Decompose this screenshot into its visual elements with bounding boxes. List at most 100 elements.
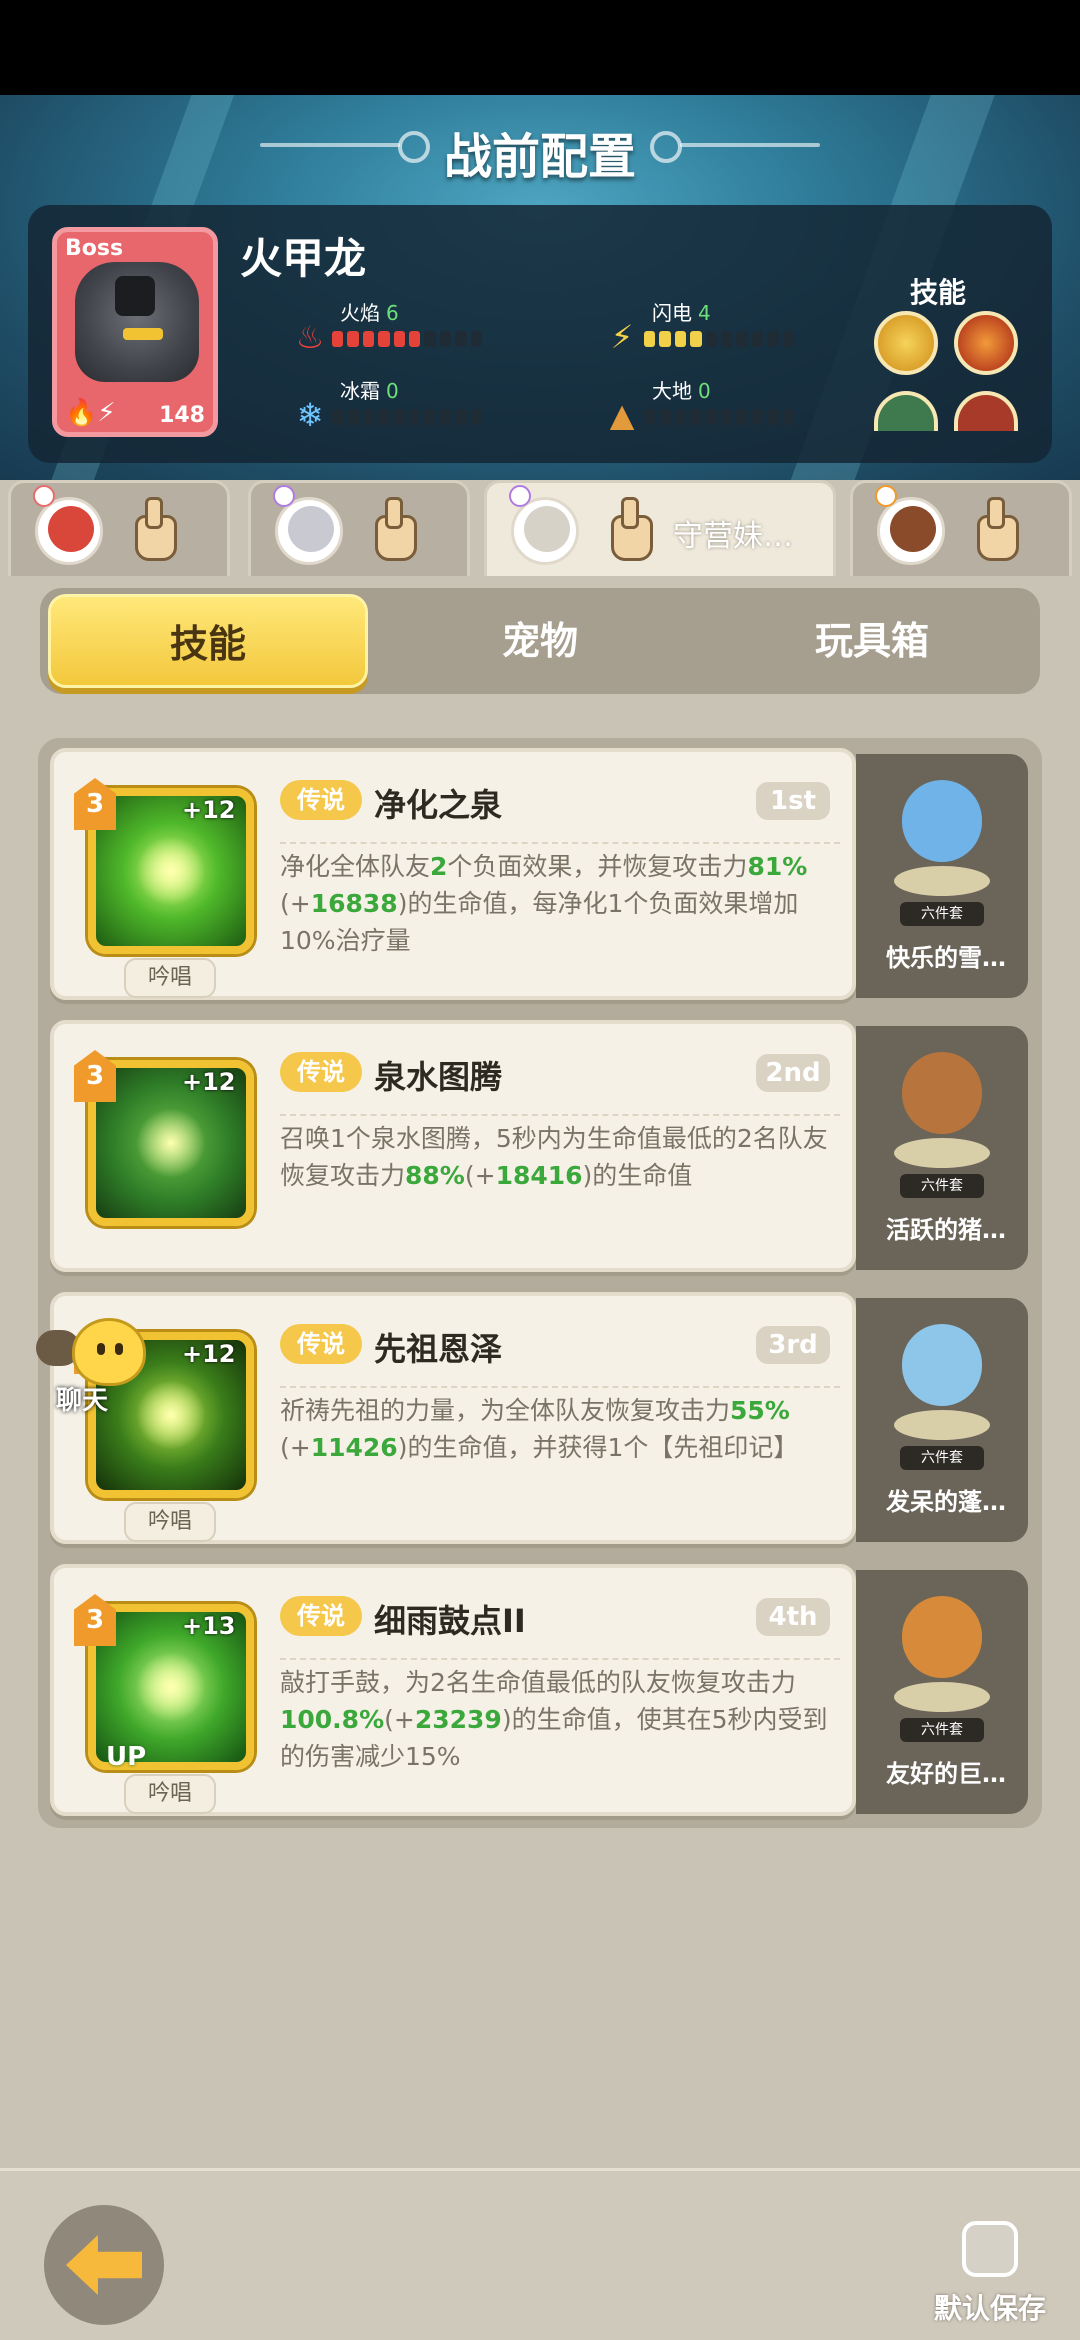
pet-figure [894, 770, 990, 910]
desc-text: 净化全体队友 [280, 852, 431, 881]
stat-bar-segment [409, 409, 421, 425]
skill-card[interactable]: 3 +13 UP 吟唱 传说 细雨鼓点II 4th 敲打手鼓，为2名生命值最低的… [50, 1564, 856, 1816]
pet-figure [894, 1586, 990, 1726]
skill-plus-level: +12 [182, 1340, 236, 1368]
boss-skill-icon[interactable] [874, 311, 938, 375]
desc-text: 敲打手鼓，为2名生命值最低的队友恢复攻击力 [280, 1668, 796, 1697]
hand-pointer-icon [963, 497, 1023, 561]
skill-glow [136, 1652, 206, 1722]
skill-name: 先祖恩泽 [374, 1330, 503, 1368]
stat-bar-segment [424, 331, 436, 347]
stat-bar-segment [362, 331, 375, 347]
boss-skills-label: 技能 [909, 276, 966, 309]
stat-bar-segment [736, 331, 748, 347]
skill-plus-level: +12 [182, 796, 236, 824]
stat-bar [332, 409, 483, 425]
back-button[interactable] [44, 2205, 164, 2325]
pet-stand [894, 1682, 990, 1712]
tab-toybox[interactable]: 玩具箱 [712, 594, 1032, 688]
stat-bar-segment [705, 409, 718, 425]
skill-card[interactable]: 3 +12 吟唱 传说 净化之泉 1st 净化全体队友2个负面效果，并恢复攻击力… [50, 748, 856, 1000]
stat-bar [644, 331, 795, 347]
skill-rank-badge: 3 [74, 1594, 116, 1646]
stat-bar-segment [721, 331, 733, 347]
stat-bar-segment [455, 331, 467, 347]
pet-name: 友好的巨… [886, 1760, 1006, 1788]
skill-order-badge: 1st [756, 782, 830, 820]
element-badge-icon [33, 485, 55, 507]
skill-row[interactable]: 3 +12 吟唱 传说 先祖恩泽 3rd 祈祷先祖的力量，为全体队友恢复攻击力5… [50, 1292, 1028, 1548]
pet-card[interactable]: 六件套 发呆的蓬… [856, 1298, 1028, 1542]
desc-number: 23239 [414, 1705, 502, 1734]
stat-bar-segment [332, 409, 344, 425]
hero-avatar [877, 497, 945, 565]
skill-row[interactable]: 3 +13 UP 吟唱 传说 细雨鼓点II 4th 敲打手鼓，为2名生命值最低的… [50, 1564, 1028, 1820]
stat-bar-segment [424, 409, 436, 425]
boss-portrait[interactable]: Boss 🔥⚡ 148 [52, 227, 218, 437]
pet-set-badge: 六件套 [900, 902, 984, 926]
skill-description: 净化全体队友2个负面效果，并恢复攻击力81%(+16838)的生命值，每净化1个… [280, 842, 840, 959]
skill-rank-badge: 3 [74, 1050, 116, 1102]
hero-tab-2[interactable] [248, 480, 470, 576]
stat-bar-segment [690, 331, 702, 347]
boss-skill-icon[interactable] [954, 311, 1018, 375]
stat-bar-segment [782, 331, 795, 347]
mountain-icon: ▲ [609, 396, 635, 434]
stat-bar-segment [674, 331, 687, 347]
stat-bar-segment [721, 409, 733, 425]
tab-pets[interactable]: 宠物 [380, 594, 700, 688]
pet-set-badge: 六件套 [900, 1174, 984, 1198]
tab-skills[interactable]: 技能 [48, 594, 368, 688]
element-badge-icon [875, 485, 897, 507]
skill-row[interactable]: 3 +12 吟唱 传说 净化之泉 1st 净化全体队友2个负面效果，并恢复攻击力… [50, 748, 1028, 1004]
hero-avatar [35, 497, 103, 565]
pet-body [902, 780, 982, 862]
stat-bar-segment [644, 331, 656, 347]
back-arrow-icon [66, 2235, 142, 2295]
stat-bar-segment [347, 331, 359, 347]
hero-tab-3[interactable]: 守营妹… [484, 480, 836, 576]
desc-text: 祈祷先祖的力量，为全体队友恢复攻击力 [280, 1396, 731, 1425]
pet-card[interactable]: 六件套 快乐的雪… [856, 754, 1028, 998]
desc-text: (+ [384, 1705, 415, 1734]
pet-body [902, 1324, 982, 1406]
skill-glow [136, 836, 206, 906]
boss-skill-icon[interactable] [954, 391, 1018, 431]
chat-button[interactable]: 聊天 [36, 1318, 156, 1418]
quality-badge: 传说 [280, 1596, 362, 1636]
pet-name: 活跃的猪… [886, 1216, 1006, 1244]
title-ornament [650, 131, 820, 163]
stat-bar-segment [439, 331, 452, 347]
desc-number: 16838 [310, 889, 398, 918]
hero-tab-1[interactable] [8, 480, 230, 576]
stat-bar-segment [439, 409, 452, 425]
hand-pointer-icon [361, 497, 421, 561]
stat-bar-segment [751, 409, 764, 425]
boss-tag: Boss [65, 236, 124, 261]
stat-label: 冰霜 [340, 379, 380, 403]
boss-skill-icon[interactable] [874, 391, 938, 431]
skill-card[interactable]: 3 +12 吟唱 传说 先祖恩泽 3rd 祈祷先祖的力量，为全体队友恢复攻击力5… [50, 1292, 856, 1544]
stat-bar [644, 409, 795, 425]
stat-bar-segment [455, 409, 467, 425]
stat-bar [332, 331, 483, 347]
pet-card[interactable]: 六件套 友好的巨… [856, 1570, 1028, 1814]
stat-bar-segment [470, 409, 483, 425]
default-save-checkbox[interactable] [962, 2221, 1018, 2277]
status-bar [0, 0, 1080, 95]
hero-tabs: 守营妹… [0, 480, 1080, 576]
stat-bar-segment [393, 409, 406, 425]
stat-bar-segment [659, 331, 671, 347]
stat-bar-segment [378, 409, 390, 425]
pet-figure [894, 1042, 990, 1182]
chat-label: 聊天 [56, 1386, 109, 1416]
skill-card[interactable]: 3 +12 传说 泉水图腾 2nd 召唤1个泉水图腾，5秒内为生命值最低的2名队… [50, 1020, 856, 1272]
hero-tab-4[interactable] [850, 480, 1072, 576]
pet-card[interactable]: 六件套 活跃的猪… [856, 1026, 1028, 1270]
skill-row[interactable]: 3 +12 传说 泉水图腾 2nd 召唤1个泉水图腾，5秒内为生命值最低的2名队… [50, 1020, 1028, 1276]
skill-glow [136, 1108, 206, 1178]
boss-header: 战前配置 Boss 🔥⚡ 148 火甲龙 火焰 6 ♨ 闪电 4 ⚡ 冰霜 0 ❄ 大… [0, 95, 1080, 480]
chant-tag: 吟唱 [124, 1502, 216, 1542]
pet-body [902, 1052, 982, 1134]
stat-fire: 火焰 6 ♨ [290, 297, 490, 357]
